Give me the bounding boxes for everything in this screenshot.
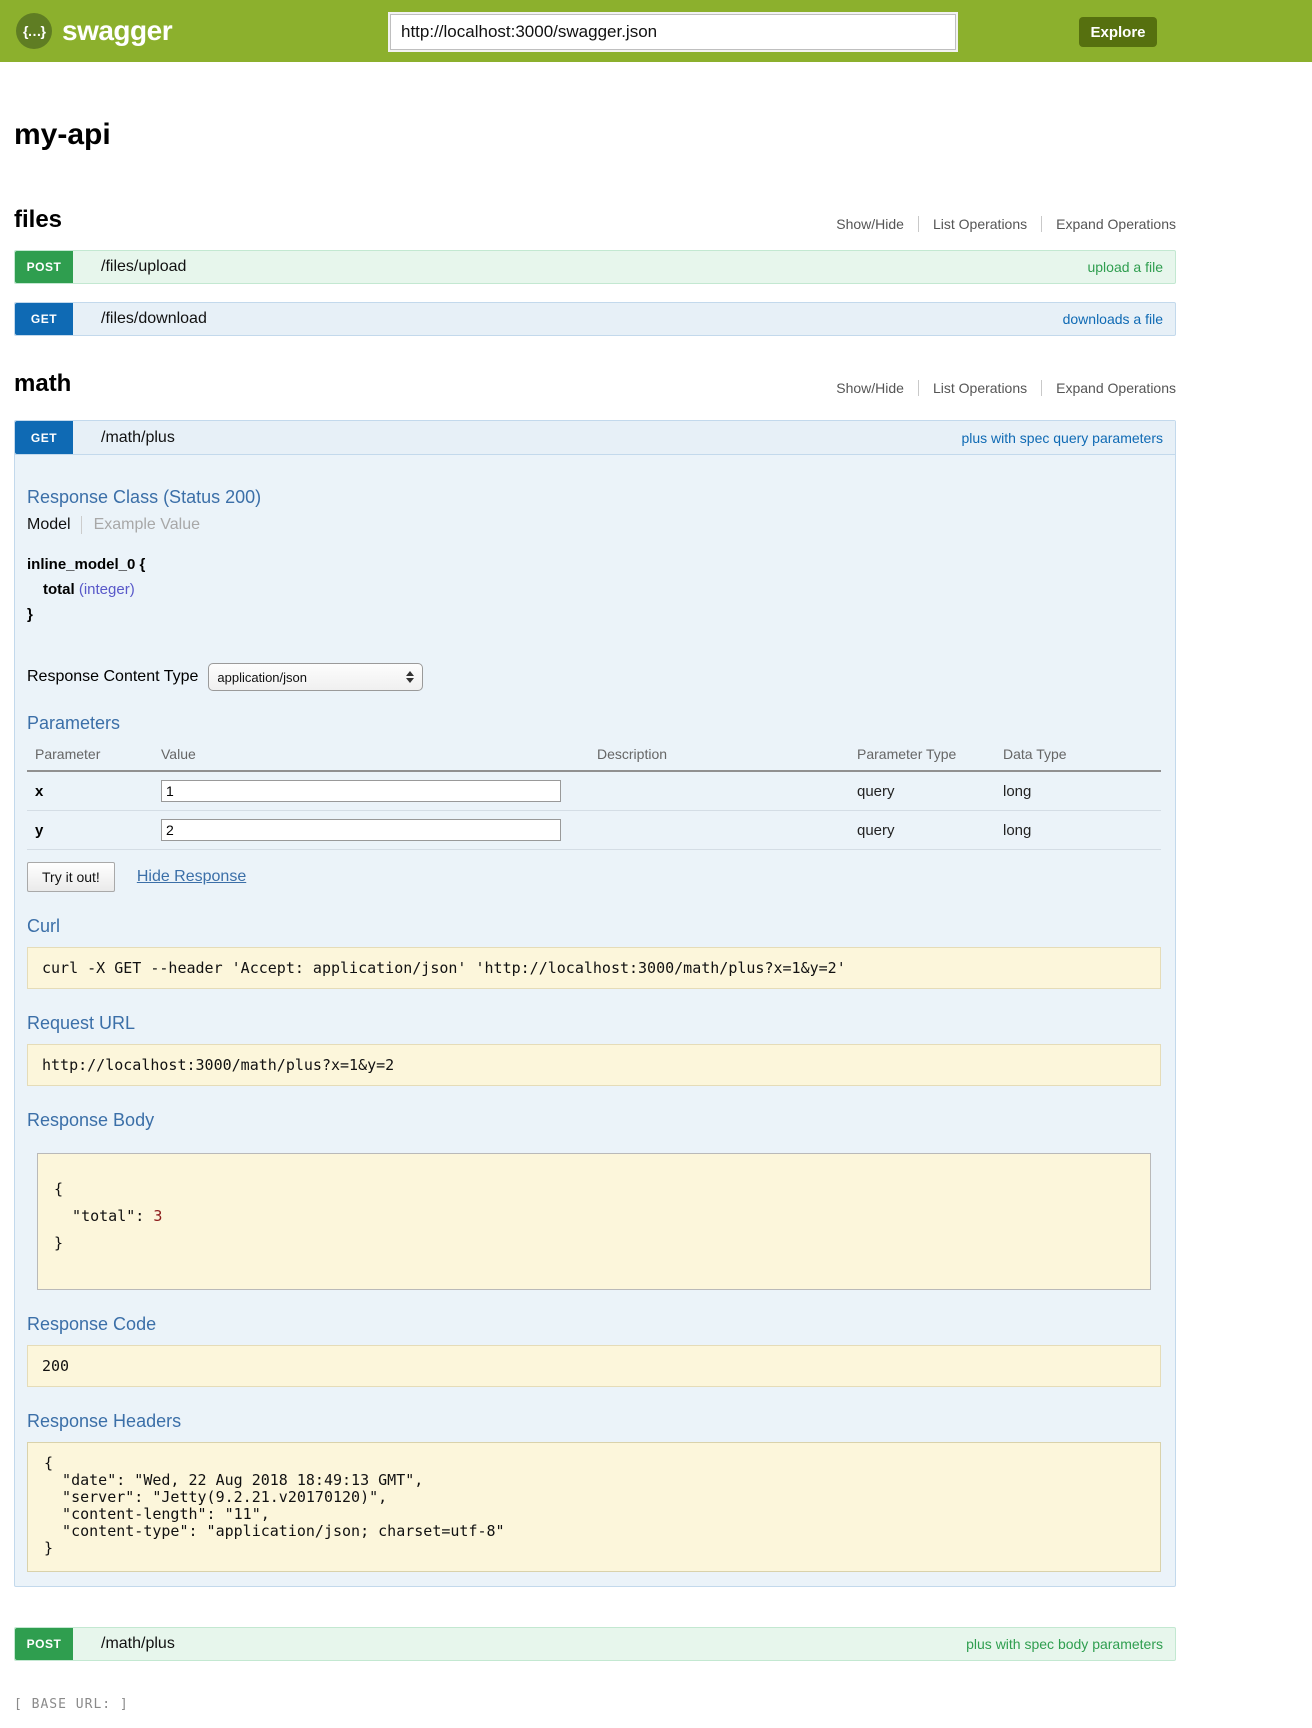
tab-model[interactable]: Model [27, 516, 81, 534]
json-open-brace: { [54, 1180, 63, 1198]
column-data-type: Data Type [1003, 740, 1161, 771]
hide-response-link[interactable]: Hide Response [137, 868, 246, 886]
response-code-heading: Response Code [27, 1314, 1161, 1335]
parameter-description [597, 771, 857, 811]
operation-path[interactable]: /math/plus [101, 429, 175, 447]
post-method-badge: POST [15, 1628, 73, 1660]
get-method-badge: GET [15, 421, 73, 454]
math-list-operations-link[interactable]: List Operations [918, 380, 1041, 396]
swagger-brand-link[interactable]: {…} swagger [16, 13, 172, 49]
parameter-description [597, 811, 857, 850]
parameters-header-row: Parameter Value Description Parameter Ty… [27, 740, 1161, 771]
column-parameter: Parameter [27, 740, 161, 771]
parameters-table: Parameter Value Description Parameter Ty… [27, 740, 1161, 850]
header-line: } [44, 1539, 53, 1557]
parameter-data-type: long [1003, 811, 1161, 850]
spec-url-input[interactable] [390, 14, 956, 50]
operation-path[interactable]: /files/download [101, 310, 207, 328]
post-method-badge: POST [15, 251, 73, 283]
select-arrows-icon [406, 671, 414, 683]
operation-details: Response Class (Status 200) Model Exampl… [15, 455, 1175, 1586]
files-section-title: files [14, 206, 62, 234]
operation-summary-link[interactable]: downloads a file [1063, 311, 1163, 327]
operation-post-math-plus[interactable]: POST /math/plus plus with spec body para… [14, 1627, 1176, 1661]
operation-get-files-download[interactable]: GET /files/download downloads a file [14, 302, 1176, 336]
parameter-y-value-input[interactable] [161, 819, 561, 841]
header-line: "server": "Jetty(9.2.21.v20170120)", [44, 1488, 387, 1506]
parameter-type: query [857, 811, 1003, 850]
json-value: 3 [153, 1207, 162, 1225]
files-expand-operations-link[interactable]: Expand Operations [1041, 216, 1176, 232]
model-open-line: inline_model_0 { [27, 552, 1161, 577]
parameters-heading: Parameters [27, 713, 1161, 734]
header-line: { [44, 1454, 53, 1472]
files-list-operations-link[interactable]: List Operations [918, 216, 1041, 232]
json-close-brace: } [54, 1234, 63, 1252]
model-signature: inline_model_0 { total (integer) } [27, 552, 1161, 627]
operation-path[interactable]: /files/upload [101, 258, 186, 276]
parameter-x-value-input[interactable] [161, 780, 561, 802]
request-url-heading: Request URL [27, 1013, 1161, 1034]
parameter-name: x [27, 771, 161, 811]
page-title: my-api [14, 118, 1176, 152]
operation-summary-link[interactable]: upload a file [1087, 259, 1163, 275]
header-bar: {…} swagger Explore [0, 0, 1312, 62]
tab-example-value[interactable]: Example Value [81, 516, 200, 534]
column-parameter-type: Parameter Type [857, 740, 1003, 771]
selected-content-type: application/json [217, 670, 307, 685]
parameter-name: y [27, 811, 161, 850]
json-key: "total": [54, 1207, 153, 1225]
model-property: total (integer) [27, 577, 1161, 602]
header-line: "content-type": "application/json; chars… [44, 1522, 505, 1540]
explore-button[interactable]: Explore [1079, 17, 1157, 47]
parameter-type: query [857, 771, 1003, 811]
files-show-hide-link[interactable]: Show/Hide [822, 216, 918, 232]
files-section-header: files Show/Hide List Operations Expand O… [14, 206, 1176, 234]
response-body-heading: Response Body [27, 1110, 1161, 1131]
brand-title: swagger [62, 15, 172, 47]
math-show-hide-link[interactable]: Show/Hide [822, 380, 918, 396]
parameter-row-x: x query long [27, 771, 1161, 811]
response-content-type-row: Response Content Type application/json [27, 663, 1161, 691]
operation-summary-link[interactable]: plus with spec body parameters [966, 1636, 1163, 1652]
get-method-badge: GET [15, 303, 73, 335]
column-description: Description [597, 740, 857, 771]
get-math-plus-panel: GET /math/plus plus with spec query para… [14, 420, 1176, 1587]
column-value: Value [161, 740, 597, 771]
response-content-type-select[interactable]: application/json [208, 663, 423, 691]
model-close-line: } [27, 602, 1161, 627]
parameter-data-type: long [1003, 771, 1161, 811]
base-url-footer: [ BASE URL: ] [14, 1697, 1176, 1712]
operation-post-files-upload[interactable]: POST /files/upload upload a file [14, 250, 1176, 284]
response-content-type-label: Response Content Type [27, 668, 198, 686]
model-tabs: Model Example Value [27, 516, 1161, 534]
response-code-value: 200 [27, 1345, 1161, 1387]
parameter-row-y: y query long [27, 811, 1161, 850]
response-class-heading: Response Class (Status 200) [27, 487, 1161, 508]
header-line: "content-length": "11", [44, 1505, 270, 1523]
response-headers-heading: Response Headers [27, 1411, 1161, 1432]
math-section-title: math [14, 370, 71, 398]
curl-heading: Curl [27, 916, 1161, 937]
operation-summary-link[interactable]: plus with spec query parameters [961, 430, 1163, 446]
operation-path[interactable]: /math/plus [101, 1635, 175, 1653]
header-line: "date": "Wed, 22 Aug 2018 18:49:13 GMT", [44, 1471, 423, 1489]
curl-command: curl -X GET --header 'Accept: applicatio… [27, 947, 1161, 989]
request-url-value: http://localhost:3000/math/plus?x=1&y=2 [27, 1044, 1161, 1086]
math-expand-operations-link[interactable]: Expand Operations [1041, 380, 1176, 396]
math-section-header: math Show/Hide List Operations Expand Op… [14, 370, 1176, 398]
response-headers-content: { "date": "Wed, 22 Aug 2018 18:49:13 GMT… [27, 1442, 1161, 1572]
try-it-out-button[interactable]: Try it out! [27, 862, 115, 892]
model-property-name: total [43, 581, 75, 598]
operation-get-math-plus[interactable]: GET /math/plus plus with spec query para… [15, 421, 1175, 455]
response-body-content: { "total": 3 } [37, 1153, 1151, 1290]
model-property-type: (integer) [79, 581, 135, 598]
swagger-logo-icon: {…} [16, 13, 52, 49]
